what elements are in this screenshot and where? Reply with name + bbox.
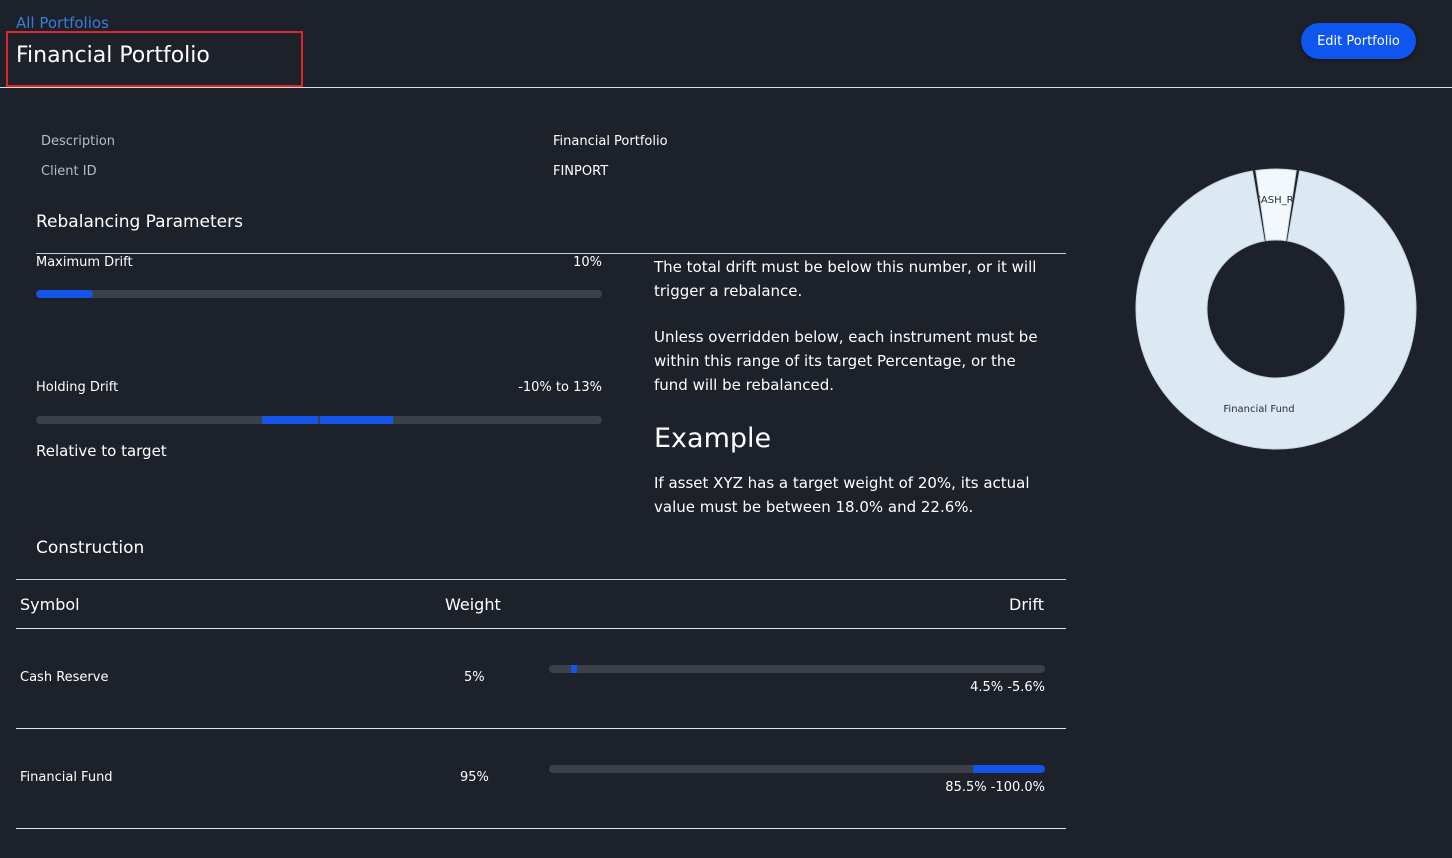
holding-drift-description: Unless overridden below, each instrument…	[654, 328, 1038, 394]
drift-bar	[549, 665, 1045, 673]
weight-cell: 95%	[460, 770, 489, 785]
holding-drift-bar	[36, 416, 602, 424]
description-label: Description	[41, 134, 116, 149]
donut-slice-label: Financial Fund	[1223, 404, 1294, 415]
holding-drift-value: -10% to 13%	[518, 380, 602, 395]
holding-drift-label: Holding Drift	[36, 380, 119, 395]
relative-to-target-label: Relative to target	[36, 442, 167, 460]
max-drift-bar	[36, 290, 602, 298]
max-drift-description: The total drift must be below this numbe…	[654, 258, 1037, 300]
construction-title: Construction	[36, 538, 145, 558]
weight-column-header: Weight	[445, 595, 501, 614]
drift-range-text: 4.5% -5.6%	[970, 680, 1045, 695]
weight-cell: 5%	[464, 670, 485, 685]
max-drift-value: 10%	[573, 255, 602, 270]
construction-divider	[16, 579, 1066, 580]
table-header-divider	[16, 628, 1066, 629]
description-value: Financial Portfolio	[553, 134, 668, 149]
holding-drift-fill	[262, 416, 393, 424]
drift-bar	[549, 765, 1045, 773]
example-text: If asset XYZ has a target weight of 20%,…	[654, 474, 1030, 516]
symbol-column-header: Symbol	[20, 595, 80, 614]
client-id-value: FINPORT	[553, 164, 609, 179]
rebalancing-title: Rebalancing Parameters	[36, 212, 243, 232]
rebalancing-divider	[36, 253, 1066, 254]
symbol-cell: Financial Fund	[20, 770, 113, 785]
page-title: Financial Portfolio	[16, 43, 210, 68]
allocation-donut-chart: CASH_RESERVE Financial Fund	[1132, 165, 1420, 453]
portfolio-page: All Portfolios Financial Portfolio Edit …	[0, 0, 1452, 858]
holding-drift-target-marker	[318, 416, 320, 424]
max-drift-fill	[36, 290, 93, 298]
max-drift-label: Maximum Drift	[36, 255, 133, 270]
drift-range-text: 85.5% -100.0%	[945, 780, 1045, 795]
all-portfolios-link[interactable]: All Portfolios	[16, 14, 109, 32]
symbol-cell: Cash Reserve	[20, 670, 109, 685]
client-id-label: Client ID	[41, 164, 97, 179]
drift-bar-fill	[973, 765, 1045, 773]
example-title: Example	[654, 423, 772, 454]
drift-column-header: Drift	[1009, 595, 1044, 614]
drift-bar-fill	[571, 665, 578, 673]
row-divider	[16, 828, 1066, 829]
row-divider	[16, 728, 1066, 729]
allocation-donut-svg: CASH_RESERVEFinancial Fund	[1135, 168, 1417, 450]
header-divider	[0, 87, 1452, 88]
edit-portfolio-button[interactable]: Edit Portfolio	[1301, 23, 1416, 59]
